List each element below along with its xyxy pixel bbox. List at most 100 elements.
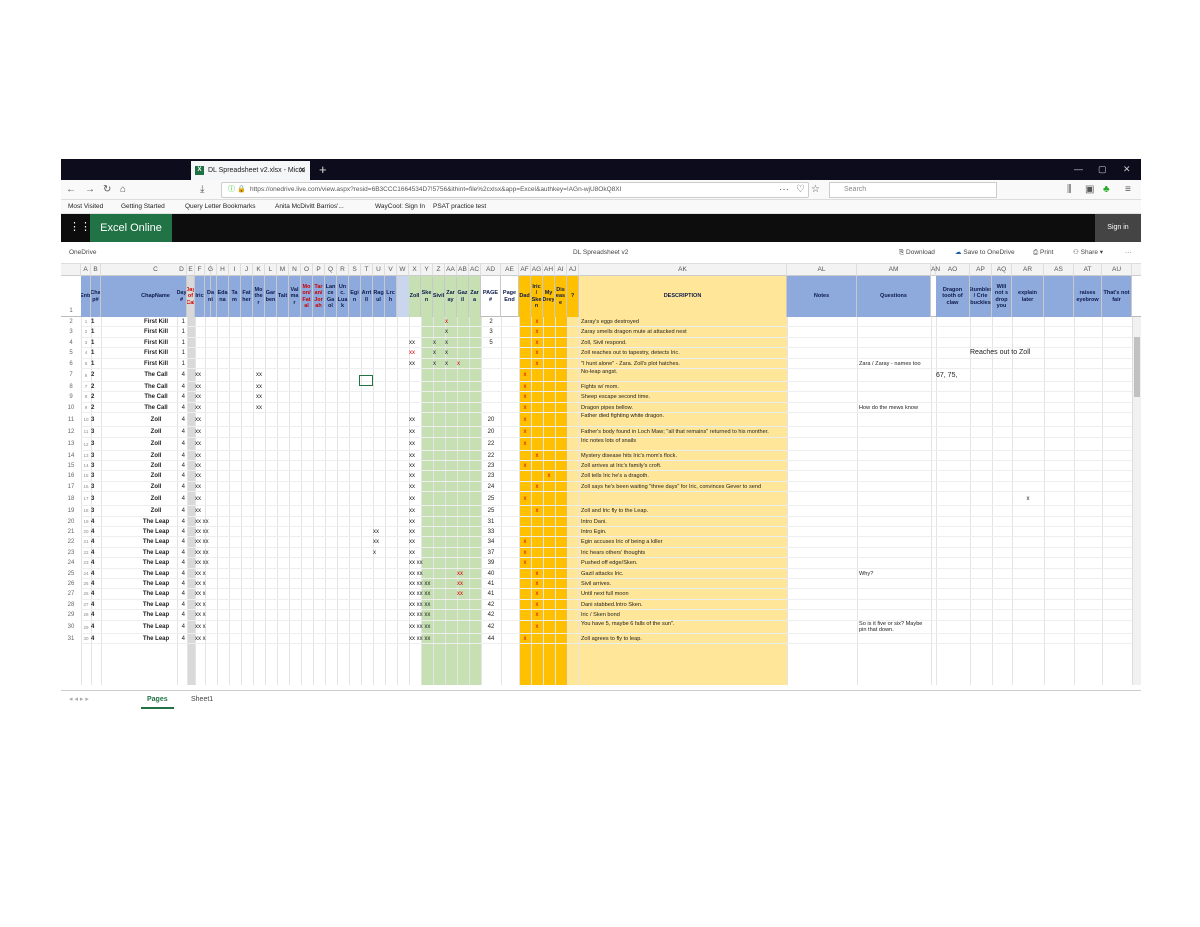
cell-ad[interactable]: 33 xyxy=(481,527,501,537)
url-bar[interactable]: ⓘ 🔒 https://onedrive.live.com/view.aspx?r… xyxy=(221,182,809,198)
header-questions[interactable]: Questions xyxy=(857,276,931,317)
header-eda[interactable]: Eda na xyxy=(217,276,229,317)
cell-f[interactable]: xx xyxy=(195,382,225,392)
cell-af[interactable]: x xyxy=(519,438,531,451)
cell-x[interactable]: xx xyxy=(409,471,449,481)
cell-ab[interactable]: xx xyxy=(457,569,477,579)
select-all-corner[interactable] xyxy=(61,264,81,276)
row-number[interactable]: 4 xyxy=(61,338,81,348)
table-row[interactable]: 11 10 3 Zoll 4 xx xx 20 x Father died fighting wh… xyxy=(61,413,1141,428)
cell-b[interactable]: 3 xyxy=(91,506,101,516)
cell-b[interactable]: 4 xyxy=(91,517,101,527)
cell-ak[interactable]: Zoll says he's been waiting "three days"… xyxy=(579,482,787,492)
column-header[interactable]: AG xyxy=(531,264,543,276)
row-number[interactable]: 29 xyxy=(61,610,81,620)
header-tar[interactable]: Tar an/ Jor ah xyxy=(313,276,325,317)
restore-icon[interactable]: ▢ xyxy=(1098,162,1107,177)
column-header[interactable]: AS xyxy=(1044,264,1074,276)
cell-ak[interactable]: Egin accuses Iric of being a killer xyxy=(579,537,787,547)
cell-b[interactable]: 3 xyxy=(91,471,101,481)
row-number[interactable]: 7 xyxy=(61,369,81,382)
cell-b[interactable]: 4 xyxy=(91,621,101,634)
cell-ad[interactable]: 39 xyxy=(481,558,501,568)
cell-a[interactable]: 20 xyxy=(81,527,91,537)
cell-x[interactable]: xx xyxy=(409,413,449,427)
cell-d[interactable]: 4 xyxy=(177,413,187,427)
cell-a[interactable]: 26 xyxy=(81,589,91,599)
cell-a[interactable]: 22 xyxy=(81,548,91,558)
cell-a[interactable]: 17 xyxy=(81,492,91,506)
column-header[interactable]: AO xyxy=(936,264,970,276)
table-row[interactable]: 5 4 1 First Kill 1 xx x x x Zoll reaches out to t… xyxy=(61,348,1141,359)
cell-af[interactable]: x xyxy=(519,403,531,413)
row-number[interactable]: 2 xyxy=(61,317,81,327)
column-header[interactable]: AF xyxy=(519,264,531,276)
cell-aa[interactable]: x xyxy=(445,359,457,369)
cell-a[interactable]: 18 xyxy=(81,506,91,516)
cell-x[interactable]: xx xyxy=(409,548,449,558)
column-header[interactable]: P xyxy=(313,264,325,276)
cell-aa[interactable]: x xyxy=(445,338,457,348)
sidebar-icon[interactable]: ▣ xyxy=(1085,183,1094,197)
scroll-thumb[interactable] xyxy=(1134,337,1140,397)
cell-d[interactable]: 4 xyxy=(177,482,187,492)
cell-ag[interactable]: x xyxy=(531,589,543,599)
cell-ak[interactable]: Mystery disease hits Iric's mom's flock. xyxy=(579,451,787,461)
print-button[interactable]: ⎙ Print xyxy=(1033,247,1053,259)
back-icon[interactable]: ← xyxy=(66,183,76,197)
cell-x[interactable]: xx xyxy=(409,451,449,461)
row-number[interactable]: 28 xyxy=(61,600,81,610)
cell-ag[interactable]: x xyxy=(531,359,543,369)
header-lrc[interactable]: Lrc h xyxy=(385,276,397,317)
cell-b[interactable]: 1 xyxy=(91,338,101,348)
table-row[interactable]: 6 5 1 First Kill 1 xx x x x x "I hunt alone" - Zar… xyxy=(61,359,1141,369)
cell-ak[interactable]: Iric hears others' thoughts xyxy=(579,548,787,558)
cell-d[interactable]: 4 xyxy=(177,517,187,527)
cell-af[interactable]: x xyxy=(519,392,531,402)
cell-d[interactable]: 4 xyxy=(177,438,187,451)
cell-a[interactable]: 14 xyxy=(81,461,91,471)
cell-f[interactable]: xx x xyxy=(195,634,225,644)
row-number[interactable]: 19 xyxy=(61,506,81,516)
table-row[interactable]: 17 16 3 Zoll 4 xx xx 24 x Zoll says he's been wai… xyxy=(61,482,1141,493)
cell-f[interactable]: xx xyxy=(195,482,225,492)
cell-c[interactable]: First Kill xyxy=(101,338,211,348)
bookmark-getting-started[interactable]: Getting Started xyxy=(121,201,165,213)
cell-am[interactable]: Why? xyxy=(857,569,931,579)
table-row[interactable]: 26 25 4 The Leap 4 xx x xx xx xx xx 41 x Sivil arr… xyxy=(61,579,1141,590)
cell-a[interactable]: 11 xyxy=(81,427,91,437)
column-header[interactable]: Y xyxy=(421,264,433,276)
row-number[interactable]: 14 xyxy=(61,451,81,461)
row-number[interactable]: 6 xyxy=(61,359,81,369)
header-ar[interactable]: explain later xyxy=(1012,276,1044,317)
cell-ad[interactable]: 40 xyxy=(481,569,501,579)
cell-d[interactable]: 1 xyxy=(177,338,187,348)
row-number[interactable]: 1 xyxy=(61,306,81,316)
table-row[interactable]: 24 23 4 The Leap 4 xx xx xx xx 39 x Pushed off ed… xyxy=(61,558,1141,569)
table-row[interactable]: 25 24 4 The Leap 4 xx x xx xx xx 40 x Gazil attack… xyxy=(61,569,1141,579)
cell-f[interactable]: xx x xyxy=(195,589,225,599)
row-number[interactable]: 10 xyxy=(61,403,81,413)
cell-ad[interactable]: 22 xyxy=(481,438,501,451)
cell-d[interactable]: 4 xyxy=(177,634,187,644)
row-number[interactable]: 17 xyxy=(61,482,81,492)
cell-a[interactable]: 12 xyxy=(81,438,91,451)
cell-aa[interactable]: x xyxy=(445,317,457,327)
cell-b[interactable]: 2 xyxy=(91,369,101,382)
cell-z[interactable]: x xyxy=(433,348,445,358)
cell-a[interactable]: 3 xyxy=(81,338,91,348)
header-notes[interactable]: Notes xyxy=(787,276,857,317)
column-header[interactable]: AT xyxy=(1074,264,1102,276)
column-header[interactable]: AE xyxy=(501,264,519,276)
cell-ag[interactable]: x xyxy=(531,579,543,589)
cell-af[interactable]: x xyxy=(519,427,531,437)
cell-d[interactable]: 4 xyxy=(177,471,187,481)
cell-af[interactable]: x xyxy=(519,537,531,547)
cell-b[interactable]: 3 xyxy=(91,413,101,427)
cell-x[interactable]: xx xx xx xyxy=(409,600,449,610)
column-header[interactable]: A xyxy=(81,264,91,276)
cell-f[interactable]: xx x xyxy=(195,610,225,620)
cell-a[interactable]: 16 xyxy=(81,482,91,492)
cell-b[interactable]: 4 xyxy=(91,600,101,610)
cell-ab[interactable]: x xyxy=(457,359,477,369)
